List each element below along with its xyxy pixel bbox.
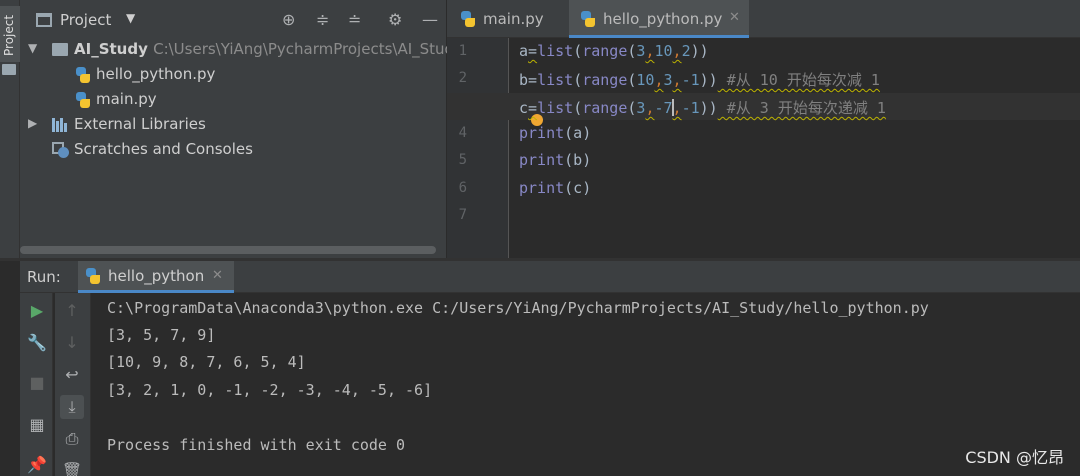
editor-tab-bar: main.py hello_python.py ✕ <box>447 0 1080 38</box>
python-file-icon <box>581 11 595 27</box>
tree-item-root-folder[interactable]: ▼ AI_Study C:\Users\YiAng\PycharmProject… <box>20 38 463 62</box>
layout-icon[interactable]: ▦ <box>25 413 49 437</box>
project-panel-title[interactable]: Project <box>60 11 111 29</box>
folder-icon <box>52 43 68 56</box>
trash-icon[interactable]: 🗑 <box>60 459 84 476</box>
line-number: 2 <box>458 70 467 86</box>
python-file-icon <box>86 268 100 284</box>
pin-icon[interactable]: 📌 <box>25 453 49 476</box>
tree-item-label: main.py <box>96 90 157 108</box>
chevron-right-icon[interactable]: ▶ <box>28 116 37 130</box>
expand-all-icon[interactable]: ≑ <box>316 10 329 29</box>
code-line-1: a=list(range(3,10,2)) <box>519 42 709 60</box>
scratches-icon <box>52 142 70 158</box>
stop-icon[interactable]: ■ <box>25 371 49 395</box>
tree-item-external-libraries[interactable]: ▶ External Libraries <box>20 113 447 137</box>
watermark: CSDN @忆昂 <box>965 448 1064 467</box>
python-file-icon <box>461 11 475 27</box>
project-panel: Project ▼ ⊕ ≑ ≐ ⚙ — ▼ AI_Study C:\Users\… <box>20 0 463 260</box>
horizontal-scrollbar[interactable] <box>20 246 436 254</box>
project-tool-tab-label: Project <box>2 14 16 56</box>
run-panel-header: Run: hello_python ✕ <box>20 261 1080 293</box>
rerun-play-icon[interactable]: ▶ <box>25 299 49 323</box>
collapse-all-icon[interactable]: ≐ <box>348 10 361 29</box>
run-tab-hello-python[interactable]: hello_python ✕ <box>78 261 234 293</box>
soft-wrap-icon[interactable]: ↩ <box>60 363 84 387</box>
code-line-6: print(c) <box>519 179 592 197</box>
line-number: 7 <box>458 207 467 223</box>
code-line-3: c=list(range(3,-7,-1)) #从 3 开始每次递减 1 <box>519 99 886 117</box>
tab-hello-python-py[interactable]: hello_python.py ✕ <box>569 0 749 38</box>
code-editor: main.py hello_python.py ✕ 1 2 3 4 5 6 7 … <box>447 0 1080 260</box>
run-tab-label: hello_python <box>108 267 205 285</box>
print-icon[interactable]: ⎙ <box>60 427 84 451</box>
close-icon[interactable]: ✕ <box>729 10 740 25</box>
line-number: 1 <box>458 43 467 59</box>
project-panel-header: Project ▼ ⊕ ≑ ≐ ⚙ — <box>20 0 447 40</box>
line-number: 5 <box>458 152 467 168</box>
locate-target-icon[interactable]: ⊕ <box>282 10 295 29</box>
close-icon[interactable]: ✕ <box>212 268 223 283</box>
project-tool-tab[interactable]: Project <box>0 6 20 62</box>
tab-label: main.py <box>483 10 544 28</box>
tree-item-file[interactable]: main.py <box>20 88 447 112</box>
tree-item-file[interactable]: hello_python.py <box>20 63 447 87</box>
minimize-icon[interactable]: — <box>422 10 438 29</box>
chevron-down-icon[interactable]: ▼ <box>126 11 135 25</box>
console-line: Process finished with exit code 0 <box>107 436 406 454</box>
structure-folder-icon[interactable] <box>2 64 16 75</box>
console-line: [3, 5, 7, 9] <box>107 326 216 344</box>
tree-item-label: Scratches and Consoles <box>74 140 253 158</box>
root-folder-name: AI_Study <box>74 40 148 58</box>
left-tool-strip: Project <box>0 0 20 260</box>
run-label: Run: <box>27 268 61 286</box>
run-panel: Run: hello_python ✕ ▶ 🔧 ■ ▦ 📌 ↑ ↓ ↩ ⤓ ⎙ … <box>20 261 1080 476</box>
tab-label: hello_python.py <box>603 10 723 28</box>
run-console-output[interactable]: C:\ProgramData\Anaconda3\python.exe C:/U… <box>107 293 1077 476</box>
code-area[interactable]: a=list(range(3,10,2)) b=list(range(10,3,… <box>447 38 1080 228</box>
code-line-2: b=list(range(10,3,-1)) #从 10 开始每次减 1 <box>519 71 880 89</box>
line-number: 6 <box>458 180 467 196</box>
line-number: 4 <box>458 125 467 141</box>
gear-icon[interactable]: ⚙ <box>388 10 402 29</box>
run-toolbar-primary: ▶ 🔧 ■ ▦ 📌 <box>20 293 53 476</box>
tree-item-label: hello_python.py <box>96 65 216 83</box>
library-icon <box>52 118 68 132</box>
arrow-down-icon[interactable]: ↓ <box>60 331 84 355</box>
code-line-4: print(a) <box>519 124 592 142</box>
chevron-down-icon[interactable]: ▼ <box>28 41 37 55</box>
tab-main-py[interactable]: main.py <box>447 0 567 38</box>
tree-item-label: External Libraries <box>74 115 206 133</box>
wrench-icon[interactable]: 🔧 <box>25 331 49 355</box>
console-line: [10, 9, 8, 7, 6, 5, 4] <box>107 353 306 371</box>
project-window-icon <box>36 13 52 27</box>
line-number-gutter: 1 2 3 4 5 6 7 <box>447 38 509 228</box>
console-line: [3, 2, 1, 0, -1, -2, -3, -4, -5, -6] <box>107 381 433 399</box>
console-line: C:\ProgramData\Anaconda3\python.exe C:/U… <box>107 299 929 317</box>
tree-item-scratches[interactable]: Scratches and Consoles <box>20 138 447 162</box>
editor-empty-area <box>447 228 1080 260</box>
scroll-to-end-icon[interactable]: ⤓ <box>60 395 84 419</box>
arrow-up-icon[interactable]: ↑ <box>60 299 84 323</box>
code-line-5: print(b) <box>519 151 592 169</box>
python-file-icon <box>76 67 90 83</box>
run-toolbar-secondary: ↑ ↓ ↩ ⤓ ⎙ 🗑 <box>55 293 91 476</box>
python-file-icon <box>76 92 90 108</box>
root-folder-path: C:\Users\YiAng\PycharmProjects\AI_Study <box>153 40 463 58</box>
